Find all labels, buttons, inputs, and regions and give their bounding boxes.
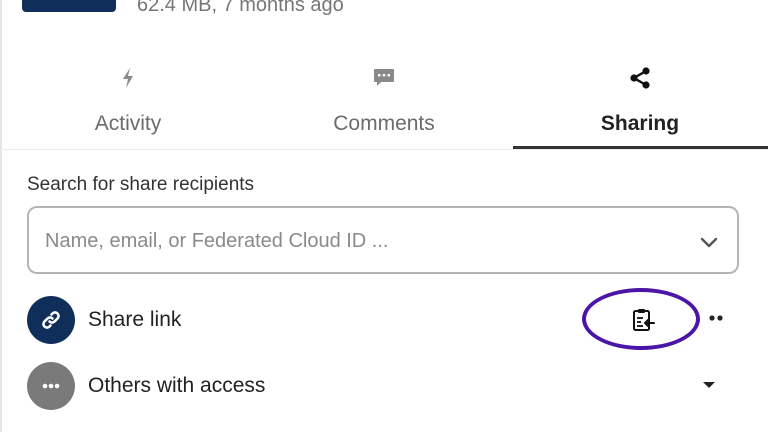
- ellipsis-icon: [27, 362, 75, 410]
- share-icon: [512, 66, 768, 90]
- chevron-down-icon[interactable]: [697, 230, 721, 254]
- file-thumbnail: [22, 0, 116, 12]
- tab-label: Comments: [333, 112, 435, 135]
- others-label: Others with access: [88, 374, 266, 397]
- share-link-label: Share link: [88, 308, 182, 331]
- tab-label: Sharing: [600, 112, 680, 135]
- tabs-divider: [0, 149, 768, 150]
- file-meta: 62.4 MB, 7 months ago: [137, 0, 344, 16]
- tab-sharing[interactable]: Sharing: [512, 50, 768, 150]
- search-input[interactable]: [43, 218, 667, 264]
- others-with-access-row[interactable]: Others with access: [27, 362, 767, 414]
- caret-down-icon[interactable]: [701, 380, 717, 390]
- tab-activity[interactable]: Activity: [0, 50, 256, 150]
- search-label: Search for share recipients: [27, 174, 255, 195]
- sidebar-tabs: Activity Comments Sharing: [0, 50, 768, 150]
- share-recipient-search[interactable]: [27, 206, 739, 274]
- more-options-icon[interactable]: [707, 310, 727, 326]
- tab-comments[interactable]: Comments: [256, 50, 512, 150]
- share-link-row: Share link: [27, 288, 767, 350]
- comment-icon: [256, 66, 512, 90]
- tab-label: Activity: [94, 112, 162, 135]
- lightning-icon: [0, 66, 256, 90]
- copy-to-clipboard-icon[interactable]: [629, 306, 657, 334]
- link-icon: [27, 296, 75, 344]
